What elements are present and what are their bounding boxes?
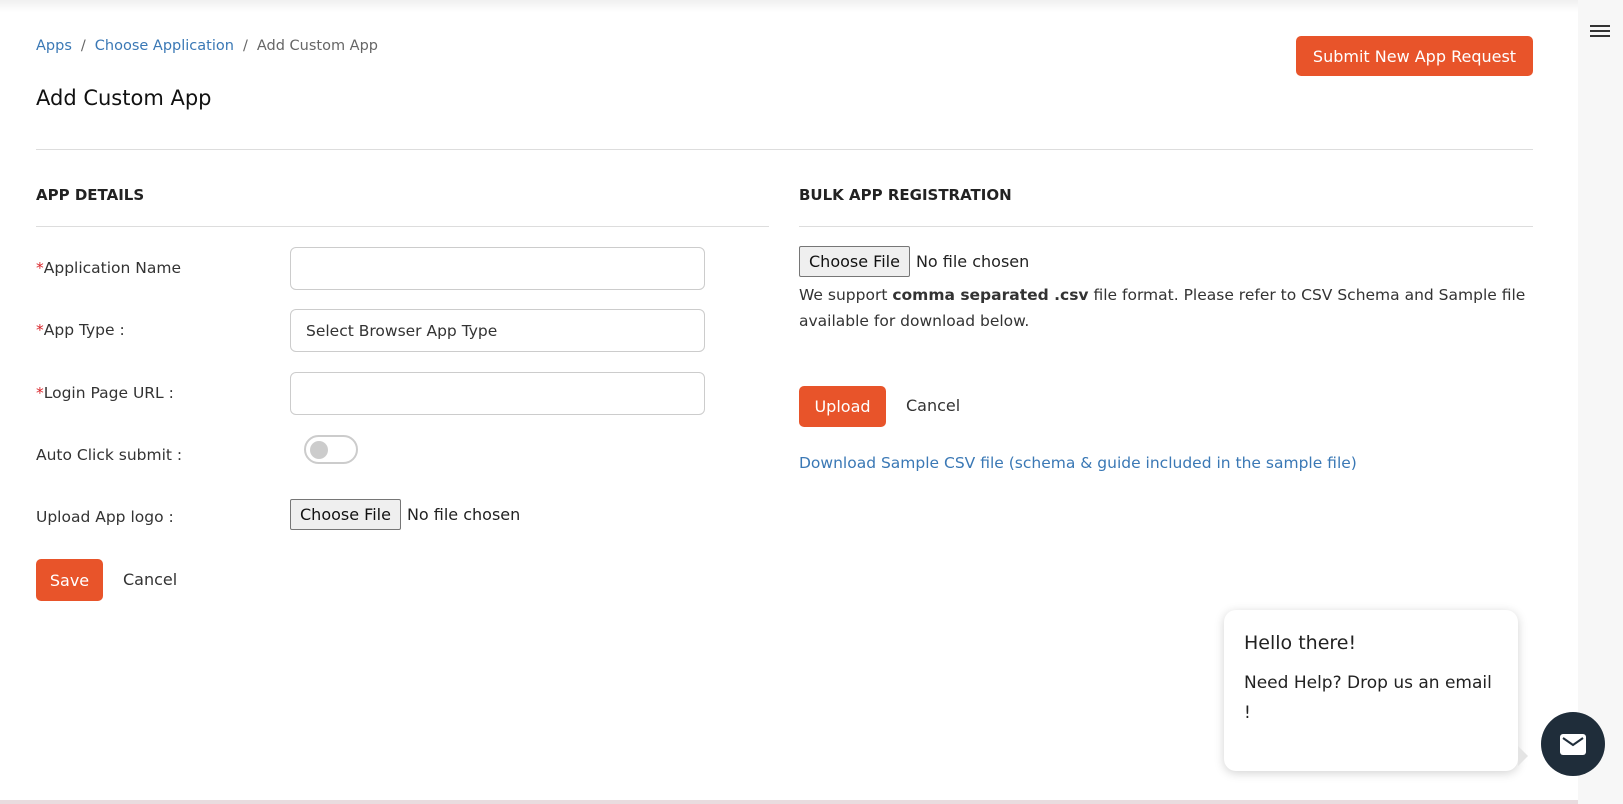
- bulk-registration-heading: BULK APP REGISTRATION: [799, 186, 1012, 204]
- toggle-knob: [310, 441, 328, 459]
- upload-logo-label: Upload App logo :: [36, 508, 174, 526]
- required-mark: *: [36, 384, 44, 402]
- file-status: No file chosen: [406, 505, 521, 524]
- app-type-label: *App Type :: [36, 321, 125, 339]
- desc-bold: comma separated .csv: [892, 286, 1089, 304]
- required-mark: *: [36, 321, 44, 339]
- choose-file-button[interactable]: Choose File: [290, 499, 401, 530]
- file-status: No file chosen: [915, 252, 1030, 271]
- breadcrumb-sep: /: [80, 38, 86, 54]
- chat-text: Need Help? Drop us an email !: [1244, 673, 1492, 723]
- breadcrumb-apps[interactable]: Apps: [36, 38, 72, 54]
- submit-new-app-request-button[interactable]: Submit New App Request: [1296, 36, 1533, 76]
- logo-file-input: Choose File No file chosen: [290, 499, 520, 530]
- divider: [36, 149, 1533, 150]
- divider: [799, 226, 1533, 227]
- auto-click-toggle[interactable]: [304, 435, 358, 464]
- top-shadow: [0, 0, 1578, 12]
- login-url-label: *Login Page URL :: [36, 384, 174, 402]
- right-sidebar: [1578, 0, 1623, 804]
- bulk-cancel-button[interactable]: Cancel: [906, 396, 960, 415]
- menu-icon[interactable]: [1590, 22, 1610, 40]
- chat-title: Hello there!: [1244, 632, 1357, 654]
- label-text: Login Page URL :: [43, 384, 174, 402]
- chat-mail-button[interactable]: [1541, 712, 1605, 776]
- label-text: Application Name: [43, 259, 182, 277]
- bottom-border: [0, 800, 1578, 804]
- breadcrumb: Apps / Choose Application / Add Custom App: [36, 38, 378, 54]
- application-name-input[interactable]: [290, 247, 705, 290]
- download-sample-csv-link[interactable]: Download Sample CSV file (schema & guide…: [799, 454, 1357, 472]
- label-text: App Type :: [43, 321, 125, 339]
- breadcrumb-current: Add Custom App: [256, 38, 379, 54]
- chat-bubble-arrow: [1518, 746, 1528, 766]
- csv-file-input: Choose File No file chosen: [799, 246, 1029, 277]
- required-mark: *: [36, 259, 44, 277]
- choose-file-button[interactable]: Choose File: [799, 246, 910, 277]
- csv-description: We support comma separated .csv file for…: [799, 282, 1539, 334]
- breadcrumb-sep: /: [242, 38, 248, 54]
- application-name-label: *Application Name: [36, 259, 181, 277]
- chat-bubble: Hello there! Need Help? Drop us an email…: [1224, 610, 1518, 771]
- save-button[interactable]: Save: [36, 559, 103, 601]
- auto-click-label: Auto Click submit :: [36, 446, 183, 464]
- desc-text: We support: [799, 286, 893, 304]
- app-details-heading: APP DETAILS: [36, 186, 145, 204]
- app-type-select[interactable]: Select Browser App Type: [290, 309, 705, 352]
- breadcrumb-choose-application[interactable]: Choose Application: [95, 38, 234, 54]
- mail-icon: [1560, 733, 1586, 755]
- app-type-selected: Select Browser App Type: [306, 321, 498, 340]
- divider: [36, 226, 769, 227]
- cancel-button[interactable]: Cancel: [123, 570, 177, 589]
- upload-button[interactable]: Upload: [799, 386, 886, 427]
- page-title: Add Custom App: [36, 86, 212, 110]
- login-url-input[interactable]: [290, 372, 705, 415]
